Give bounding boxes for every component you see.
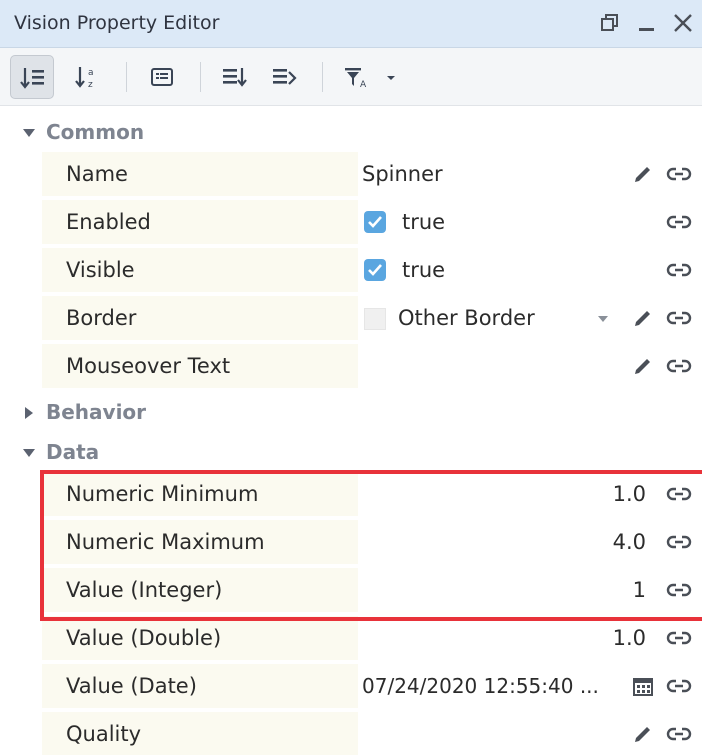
edit-icon[interactable]: [630, 305, 656, 331]
collapsed-arrow-icon: [25, 407, 33, 419]
property-label: Numeric Maximum: [42, 520, 358, 564]
sort-categorized-button[interactable]: [10, 55, 54, 99]
value-integer-field[interactable]: 1: [358, 568, 654, 612]
property-label: Value (Double): [42, 616, 358, 660]
toolbar: a z A: [0, 48, 702, 106]
property-label: Name: [42, 152, 358, 196]
sort-alphabetical-icon: a z: [75, 67, 94, 90]
enabled-checkbox[interactable]: [364, 211, 386, 233]
property-row-value-date[interactable]: Value (Date) 07/24/2020 12:55:40 ...: [42, 664, 702, 712]
name-value-field[interactable]: Spinner: [358, 152, 620, 196]
checkmark-icon: [368, 216, 382, 228]
visible-checkbox[interactable]: [364, 259, 386, 281]
edit-icon[interactable]: [630, 721, 656, 747]
property-row-numeric-maximum[interactable]: Numeric Maximum 4.0: [42, 520, 702, 568]
link-icon[interactable]: [666, 529, 692, 555]
property-row-quality[interactable]: Quality: [42, 712, 702, 755]
collapse-all-button[interactable]: [262, 55, 306, 99]
link-icon[interactable]: [666, 161, 692, 187]
property-label: Visible: [42, 248, 358, 292]
calendar-icon[interactable]: [630, 673, 656, 699]
link-icon[interactable]: [666, 673, 692, 699]
category-common[interactable]: Common: [0, 112, 702, 152]
property-row-name[interactable]: Name Spinner: [42, 152, 702, 200]
border-swatch: [364, 308, 386, 330]
property-row-enabled[interactable]: Enabled true: [42, 200, 702, 248]
close-icon[interactable]: [668, 8, 698, 38]
details-icon: [151, 68, 173, 86]
link-icon[interactable]: [666, 721, 692, 747]
link-icon[interactable]: [666, 209, 692, 235]
restore-icon[interactable]: [594, 8, 624, 38]
property-row-visible[interactable]: Visible true: [42, 248, 702, 296]
enabled-value: [358, 200, 620, 244]
category-label: Behavior: [46, 400, 147, 424]
filter-button[interactable]: A: [334, 55, 378, 99]
numeric-maximum-field[interactable]: 4.0: [358, 520, 654, 564]
category-label: Common: [46, 120, 145, 144]
property-row-numeric-minimum[interactable]: Numeric Minimum 1.0: [42, 472, 702, 520]
svg-text:a: a: [88, 68, 94, 78]
property-label: Value (Integer): [42, 568, 358, 612]
svg-text:z: z: [88, 80, 93, 90]
edit-icon[interactable]: [630, 161, 656, 187]
property-row-border[interactable]: Border Other Border: [42, 296, 702, 344]
property-row-value-double[interactable]: Value (Double) 1.0: [42, 616, 702, 664]
expand-all-button[interactable]: [212, 55, 256, 99]
link-icon[interactable]: [666, 577, 692, 603]
category-behavior[interactable]: Behavior: [0, 392, 702, 432]
window-title: Vision Property Editor: [14, 12, 220, 34]
visible-value: [358, 248, 620, 292]
link-icon[interactable]: [666, 305, 692, 331]
collapse-all-icon: [273, 69, 297, 85]
property-label: Border: [42, 296, 358, 340]
expanded-arrow-icon: [23, 449, 35, 457]
property-row-value-integer[interactable]: Value (Integer) 1: [42, 568, 702, 616]
property-label: Enabled: [42, 200, 358, 244]
details-button[interactable]: [140, 55, 184, 99]
svg-text:A: A: [360, 80, 367, 90]
mouseover-text-field[interactable]: [358, 344, 620, 388]
category-label: Data: [46, 440, 100, 464]
checkbox-text: true: [402, 210, 446, 234]
property-grid: Common Name Spinner Enabled true Visible…: [0, 106, 702, 755]
link-icon[interactable]: [666, 257, 692, 283]
chevron-down-icon[interactable]: [597, 314, 609, 324]
category-data[interactable]: Data: [0, 432, 702, 472]
property-label: Quality: [42, 712, 358, 755]
checkmark-icon: [368, 264, 382, 276]
property-label: Mouseover Text: [42, 344, 358, 388]
title-bar: Vision Property Editor: [0, 0, 702, 48]
link-icon[interactable]: [666, 353, 692, 379]
minimize-icon[interactable]: [632, 8, 662, 38]
expand-all-icon: [223, 68, 247, 87]
property-label: Numeric Minimum: [42, 472, 358, 516]
checkbox-text: true: [402, 258, 446, 282]
border-dropdown-value[interactable]: Other Border: [398, 296, 535, 340]
link-icon[interactable]: [666, 625, 692, 651]
chevron-down-icon: [387, 76, 395, 80]
sort-categorized-icon: [20, 68, 44, 89]
filter-dropdown-button[interactable]: [376, 55, 406, 99]
sort-alphabetical-button[interactable]: a z: [66, 55, 110, 99]
value-date-field[interactable]: 07/24/2020 12:55:40 ...: [358, 664, 620, 708]
expanded-arrow-icon: [23, 129, 35, 137]
link-icon[interactable]: [666, 481, 692, 507]
property-label: Value (Date): [42, 664, 358, 708]
filter-icon: A: [345, 68, 367, 90]
property-row-mouseover-text[interactable]: Mouseover Text: [42, 344, 702, 392]
value-double-field[interactable]: 1.0: [358, 616, 654, 660]
edit-icon[interactable]: [630, 353, 656, 379]
numeric-minimum-field[interactable]: 1.0: [358, 472, 654, 516]
quality-field[interactable]: [358, 712, 620, 755]
